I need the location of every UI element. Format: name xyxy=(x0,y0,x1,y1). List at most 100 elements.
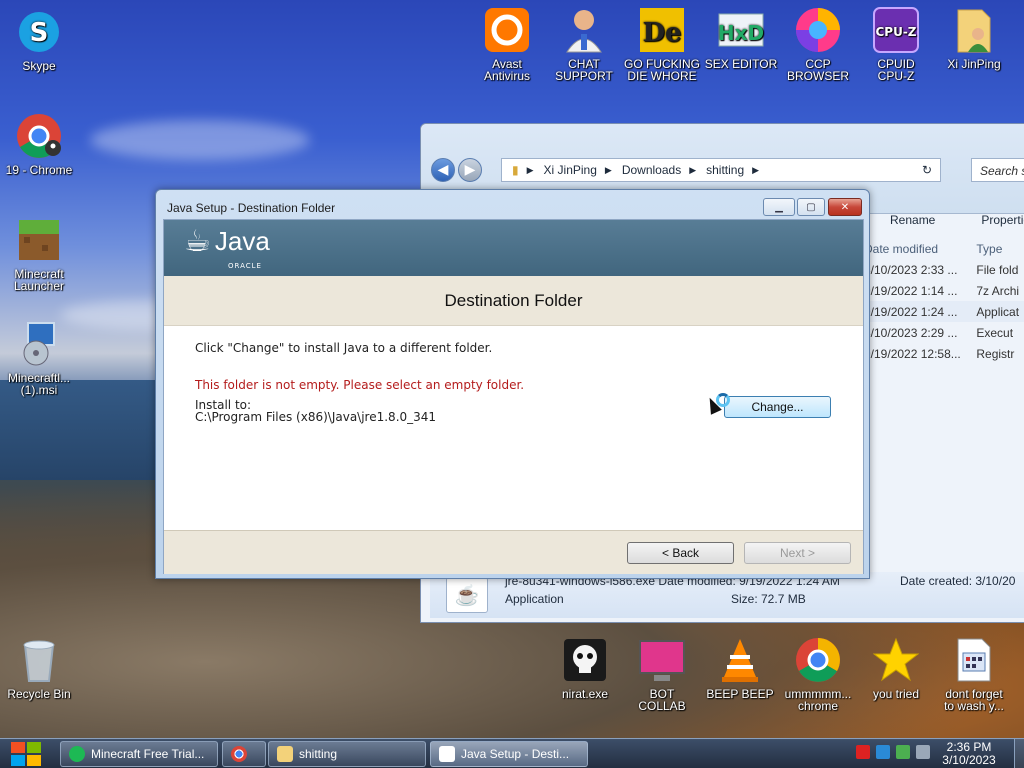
table-row[interactable]: 9/19/2022 1:24 ... Applicat xyxy=(864,301,1024,322)
action-center-flag-icon[interactable] xyxy=(856,745,870,759)
dialog-content: Click "Change" to install Java to a diff… xyxy=(164,326,863,529)
search-input[interactable]: Search s xyxy=(971,158,1024,182)
desktop-icon-label: you tried xyxy=(872,687,920,701)
refresh-icon[interactable]: ↻ xyxy=(922,163,932,177)
avast-icon xyxy=(483,6,531,54)
desktop-icon-label: ummmmm... chrome xyxy=(784,687,852,713)
taskbar-item-chrome[interactable] xyxy=(222,741,266,767)
busy-indicator-icon xyxy=(716,393,730,407)
desktop-icon-minecraft-launcher[interactable]: Minecraft Launcher xyxy=(0,216,78,292)
desktop-icon-recycle-bin[interactable]: Recycle Bin xyxy=(0,636,78,700)
desktop-icon-user-folder[interactable]: Xi JinPing xyxy=(935,6,1013,70)
chevron-right-icon: ▶ xyxy=(604,164,612,175)
desktop-icon-label: Minecraftl... (1).msi xyxy=(7,371,70,397)
back-button[interactable]: < Back xyxy=(627,542,734,564)
desktop-icon-bot-collab[interactable]: BOT COLLAB xyxy=(623,636,701,712)
desktop-icon-label: GO FUCKING DIE WHORE xyxy=(623,57,700,83)
desktop-icon-msi[interactable]: Minecraftl... (1).msi xyxy=(0,320,78,396)
desktop-icon-ccp-browser[interactable]: CCP BROWSER xyxy=(779,6,857,82)
column-type[interactable]: Type xyxy=(976,242,1024,256)
network-icon[interactable] xyxy=(896,745,910,759)
java-icon xyxy=(439,746,455,762)
row-type: Registr xyxy=(976,346,1015,361)
properties-button[interactable]: Properties xyxy=(981,213,1024,227)
desktop-icon-label: CHAT SUPPORT xyxy=(555,57,613,83)
close-button[interactable]: ✕ xyxy=(828,198,862,216)
desktop-icon-avast[interactable]: Avast Antivirus xyxy=(468,6,546,82)
row-type: 7z Archi xyxy=(976,283,1020,298)
table-row[interactable]: 9/19/2022 12:58... Registr xyxy=(864,343,1024,364)
maximize-button[interactable]: ▢ xyxy=(797,198,825,216)
user-folder-icon xyxy=(950,6,998,54)
next-button[interactable]: Next > xyxy=(744,542,851,564)
desktop-icon-nirat[interactable]: nirat.exe xyxy=(546,636,624,700)
row-type: File fold xyxy=(976,262,1019,277)
de-icon: De xyxy=(638,6,686,54)
desktop-icon-skype[interactable]: S Skype xyxy=(0,8,78,72)
desktop-icon-chrome-2[interactable]: ummmmm... chrome xyxy=(779,636,857,712)
chevron-right-icon: ▶ xyxy=(752,164,760,175)
desktop-icon-label: CCP BROWSER xyxy=(786,57,849,83)
svg-text:S: S xyxy=(30,18,49,48)
desktop-icon-chrome[interactable]: 19 - Chrome xyxy=(0,112,78,176)
row-date: 3/10/2023 2:33 ... xyxy=(864,262,958,277)
java-banner: ☕ Java ORACLE xyxy=(164,220,863,276)
taskbar-clock[interactable]: 2:36 PM 3/10/2023 xyxy=(928,741,1010,767)
show-desktop-button[interactable] xyxy=(1014,739,1024,768)
svg-text:CPU-Z: CPU-Z xyxy=(875,25,916,39)
desktop-icon-you-tried[interactable]: you tried xyxy=(857,636,935,700)
desktop-icon-chat-support[interactable]: CHAT SUPPORT xyxy=(545,6,623,82)
install-path: C:\Program Files (x86)\Java\jre1.8.0_341 xyxy=(195,410,437,424)
address-bar[interactable]: ▮ ▶ Xi JinPing ▶ Downloads ▶ shitting ▶ … xyxy=(501,158,941,182)
desktop-icon-cpuz[interactable]: CPU-Z CPUID CPU-Z xyxy=(857,6,935,82)
desktop-icon-label: 19 - Chrome xyxy=(5,163,73,177)
coffee-cup-icon: ☕ xyxy=(184,223,211,259)
folder-icon: ▮ xyxy=(512,163,519,177)
desktop-icon-dont-forget[interactable]: dont forget to wash y... xyxy=(935,636,1013,712)
skype-icon: S xyxy=(15,8,63,56)
forward-arrow-icon[interactable]: ▶ xyxy=(458,158,482,182)
recycle-bin-icon xyxy=(15,636,63,684)
instruction-text: Click "Change" to install Java to a diff… xyxy=(195,341,493,355)
row-date: 9/19/2022 1:14 ... xyxy=(864,283,958,298)
table-row[interactable]: 3/10/2023 2:33 ... File fold xyxy=(864,259,1024,280)
star-icon xyxy=(872,636,920,684)
breadcrumb-item[interactable]: shitting xyxy=(706,163,744,177)
clock-date: 3/10/2023 xyxy=(942,753,996,767)
taskbar-item-java-setup[interactable]: Java Setup - Desti... xyxy=(430,741,588,767)
desktop-icon-hxd[interactable]: HxD SEX EDITOR xyxy=(702,6,780,70)
taskbar-item-label: Minecraft Free Trial... xyxy=(91,747,205,761)
breadcrumb-item[interactable]: Xi JinPing xyxy=(544,163,597,177)
java-setup-dialog[interactable]: Java Setup - Destination Folder ▁ ▢ ✕ ☕ … xyxy=(155,189,870,579)
skull-icon xyxy=(561,636,609,684)
desktop-icon-label: Avast Antivirus xyxy=(483,57,530,83)
back-arrow-icon[interactable]: ◀ xyxy=(431,158,455,182)
minimize-button[interactable]: ▁ xyxy=(763,198,795,216)
minimize-icon: ▁ xyxy=(775,201,783,213)
taskbar-item-explorer[interactable]: shitting xyxy=(268,741,426,767)
taskbar-item-minecraft[interactable]: Minecraft Free Trial... xyxy=(60,741,218,767)
row-date: 3/10/2023 2:29 ... xyxy=(864,325,958,340)
desktop-icon-label: dont forget to wash y... xyxy=(944,687,1004,713)
details-created: Date created: 3/10/20 xyxy=(900,574,1016,588)
desktop-icon-de[interactable]: De GO FUCKING DIE WHORE xyxy=(623,6,701,82)
desktop-icon-label: nirat.exe xyxy=(561,687,609,701)
start-button[interactable] xyxy=(8,741,44,767)
close-icon: ✕ xyxy=(840,201,850,213)
change-button[interactable]: Change... xyxy=(724,396,831,418)
desktop-icon-label: CPUID CPU-Z xyxy=(877,57,915,83)
spotify-icon xyxy=(69,746,85,762)
java-file-icon: ☕ xyxy=(446,577,488,613)
row-date: 9/19/2022 1:24 ... xyxy=(864,304,958,319)
table-row[interactable]: 3/10/2023 2:29 ... Execut xyxy=(864,322,1024,343)
taskbar-item-label: shitting xyxy=(299,747,338,761)
breadcrumb-item[interactable]: Downloads xyxy=(622,163,681,177)
tray-app-icon[interactable] xyxy=(876,745,890,759)
svg-text:De: De xyxy=(642,18,681,48)
table-row[interactable]: 9/19/2022 1:14 ... 7z Archi xyxy=(864,280,1024,301)
column-date-modified[interactable]: Date modified xyxy=(864,242,976,256)
rename-button[interactable]: Rename xyxy=(890,213,935,227)
desktop-icon-vlc[interactable]: BEEP BEEP xyxy=(701,636,779,700)
hxd-icon: HxD xyxy=(717,6,765,54)
windows-logo-icon xyxy=(27,742,41,753)
